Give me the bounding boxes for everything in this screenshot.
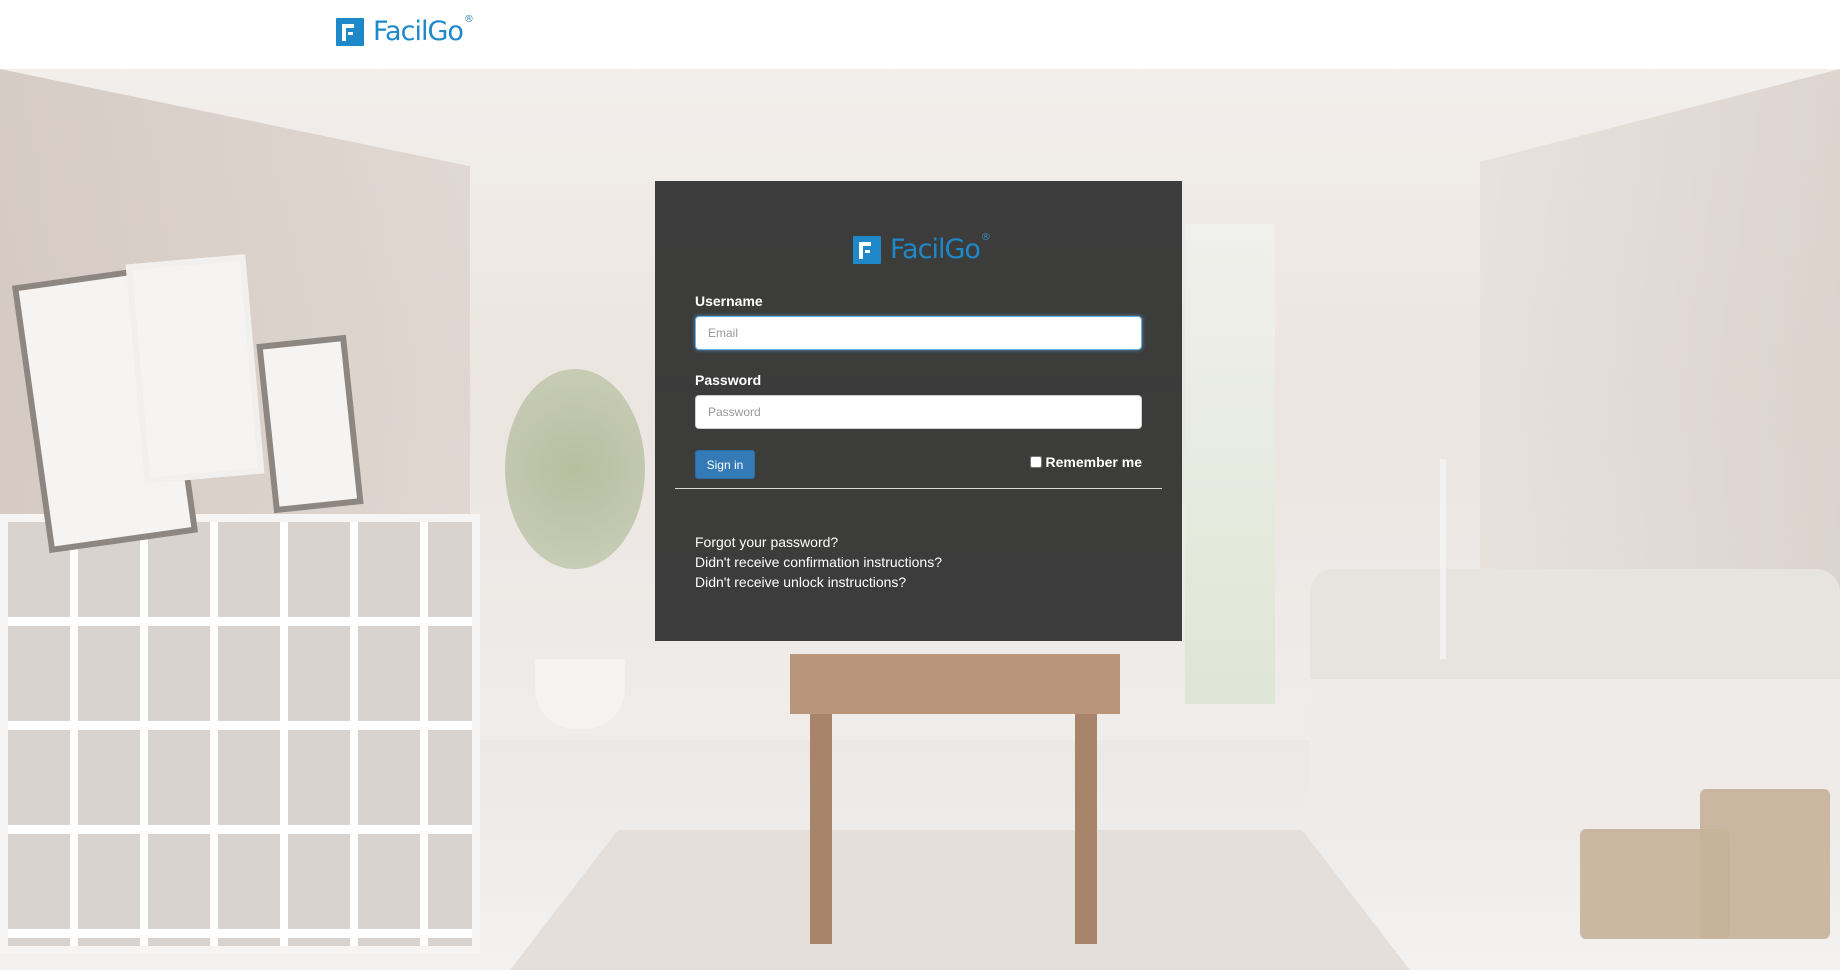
header-brand-name: FacilGo ® [373, 14, 474, 47]
facilgo-logo-icon [853, 235, 881, 264]
background-table-leg [1075, 714, 1097, 944]
remember-me-label: Remember me [1045, 454, 1143, 470]
header-logo-link[interactable]: FacilGo ® [336, 14, 474, 47]
login-brand-name: FacilGo ® [890, 232, 991, 265]
background-dining-table [790, 654, 1120, 714]
forgot-password-link[interactable]: Forgot your password? [695, 532, 942, 552]
login-panel: FacilGo® Username Password Sign in Remem… [655, 181, 1182, 641]
background-plant-pot [535, 659, 625, 729]
background-open-door [1185, 224, 1275, 704]
remember-me-control[interactable]: Remember me [1029, 454, 1143, 470]
background-wall-right [1480, 69, 1840, 649]
form-divider [675, 488, 1162, 489]
background-plant [505, 369, 645, 569]
password-input[interactable] [695, 395, 1142, 429]
background-table-leg [810, 714, 832, 944]
confirmation-instructions-link[interactable]: Didn't receive confirmation instructions… [695, 552, 942, 572]
background-rug [510, 830, 1410, 970]
background-bookshelf [0, 514, 480, 954]
background-picture-frame [256, 334, 364, 514]
top-navbar: FacilGo ® [0, 0, 1840, 69]
sign-in-button[interactable]: Sign in [695, 450, 755, 479]
background-basket [1700, 789, 1830, 939]
username-label: Username [695, 293, 763, 309]
background-picture-frame [125, 254, 265, 484]
password-label: Password [695, 372, 762, 388]
username-email-input[interactable] [695, 316, 1142, 350]
facilgo-logo-icon [336, 17, 364, 46]
remember-me-checkbox[interactable] [1029, 456, 1042, 468]
login-logo: FacilGo ® [853, 232, 991, 265]
background-sofa-back [1310, 569, 1840, 679]
background-floor-lamp [1440, 459, 1446, 659]
help-links: Forgot your password? Didn't receive con… [695, 532, 942, 592]
unlock-instructions-link[interactable]: Didn't receive unlock instructions? [695, 572, 942, 592]
